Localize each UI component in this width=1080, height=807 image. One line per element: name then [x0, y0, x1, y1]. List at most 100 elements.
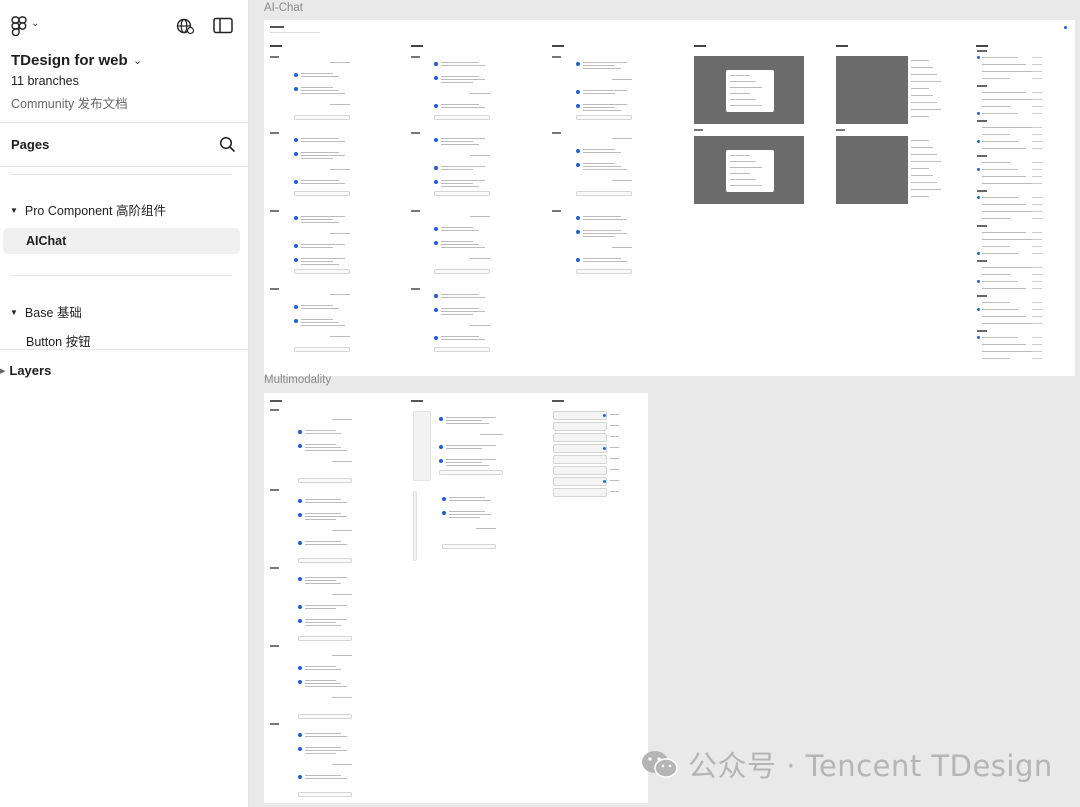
- text-line: [305, 619, 347, 620]
- avatar-dot: [576, 258, 580, 262]
- triangle-down-icon: ▼: [10, 206, 18, 215]
- file-title[interactable]: TDesign for web: [11, 52, 128, 69]
- text-line: [982, 323, 1034, 324]
- input-box: [294, 191, 350, 196]
- text-line: [1032, 232, 1042, 233]
- text-line: [730, 179, 756, 180]
- section-title: [977, 155, 987, 157]
- text-line: [1032, 113, 1042, 114]
- section-title: [977, 85, 987, 87]
- page-group-label: Base 基础: [24, 306, 82, 320]
- text-line: [982, 239, 1034, 240]
- design-canvas[interactable]: AI-Chat Multimodality: [249, 0, 1080, 807]
- modal-overlay: [694, 56, 804, 124]
- avatar-dot: [977, 112, 980, 115]
- branches-count[interactable]: 11 branches: [11, 74, 79, 88]
- variant-label: [270, 210, 279, 212]
- text-line: [441, 62, 479, 63]
- chat-thumbnail: [294, 132, 352, 198]
- avatar-dot: [576, 62, 580, 66]
- text-line: [1032, 302, 1042, 303]
- avatar-dot: [298, 680, 302, 684]
- variant-label: [411, 288, 420, 290]
- figma-logo-icon[interactable]: [11, 16, 27, 36]
- text-line: [476, 528, 496, 529]
- text-line: [301, 76, 339, 77]
- section-title: [552, 400, 564, 402]
- text-line: [441, 180, 485, 181]
- text-line: [982, 148, 1026, 149]
- text-line: [982, 253, 1018, 254]
- variant-label: [411, 132, 420, 134]
- text-line: [301, 180, 339, 181]
- variant-label: [270, 567, 279, 569]
- frame-ai-chat[interactable]: [264, 20, 1075, 376]
- text-line: [469, 258, 490, 259]
- text-line: [1032, 183, 1042, 184]
- input-box: [434, 191, 490, 196]
- text-line: [982, 211, 1034, 212]
- globe-icon[interactable]: [175, 16, 195, 36]
- text-line: [329, 169, 350, 170]
- layers-heading[interactable]: ▶ Layers: [0, 363, 51, 378]
- page-group-pro-component[interactable]: ▼ Pro Component 高阶组件: [10, 200, 166, 219]
- chat-thumbnail: [298, 727, 354, 799]
- text-line: [610, 436, 619, 437]
- input-box: [434, 115, 490, 120]
- sidebar-topbar: ⌄: [0, 0, 249, 48]
- text-line: [583, 166, 621, 167]
- text-line: [446, 417, 496, 418]
- page-item-button[interactable]: Button 按钮: [3, 329, 240, 355]
- avatar-dot: [298, 666, 302, 670]
- text-line: [1032, 141, 1042, 142]
- frame-label-multimodality[interactable]: Multimodality: [264, 374, 331, 386]
- search-icon[interactable]: [219, 136, 236, 153]
- text-line: [911, 95, 933, 96]
- text-line: [305, 583, 342, 584]
- text-line: [469, 325, 490, 326]
- variant-label: [552, 132, 561, 134]
- avatar-dot: [977, 56, 980, 59]
- sidebar-toggle-icon[interactable]: [213, 17, 233, 35]
- section-title: [270, 400, 282, 402]
- text-line: [911, 175, 933, 176]
- text-line: [329, 233, 350, 234]
- text-line: [982, 288, 1026, 289]
- chevron-down-icon[interactable]: ⌄: [133, 54, 142, 67]
- text-line: [730, 99, 756, 100]
- text-line: [329, 294, 350, 295]
- text-line: [1032, 211, 1042, 212]
- text-line: [305, 430, 336, 431]
- page-separator: [10, 275, 232, 276]
- text-line: [301, 319, 333, 320]
- text-line: [982, 99, 1034, 100]
- text-line: [730, 185, 762, 186]
- text-line: [441, 183, 473, 184]
- variant-label: [270, 645, 279, 647]
- text-line: [982, 106, 1010, 107]
- chevron-down-icon[interactable]: ⌄: [31, 18, 39, 29]
- frame-label-ai-chat[interactable]: AI-Chat: [264, 2, 303, 14]
- avatar-dot: [298, 605, 302, 609]
- text-line: [1032, 106, 1042, 107]
- page-item-aichat[interactable]: AIChat: [3, 228, 240, 254]
- text-line: [583, 149, 615, 150]
- page-group-base[interactable]: ▼ Base 基础: [10, 302, 82, 321]
- text-line: [305, 622, 336, 623]
- text-line: [583, 110, 621, 111]
- watermark-text: 公众号 · Tencent TDesign: [688, 749, 1053, 783]
- text-line: [301, 141, 345, 142]
- avatar-dot: [294, 152, 298, 156]
- frame-multimodality[interactable]: [264, 393, 648, 803]
- text-line: [583, 236, 615, 237]
- section-title: [977, 260, 987, 262]
- chat-thumbnail: [294, 210, 352, 276]
- text-line: [1032, 197, 1042, 198]
- text-line: [982, 267, 1034, 268]
- avatar-dot: [298, 619, 302, 623]
- text-line: [1032, 134, 1042, 135]
- avatar-dot: [434, 104, 438, 108]
- text-line: [730, 161, 756, 162]
- text-line: [982, 134, 1010, 135]
- text-line: [982, 274, 1010, 275]
